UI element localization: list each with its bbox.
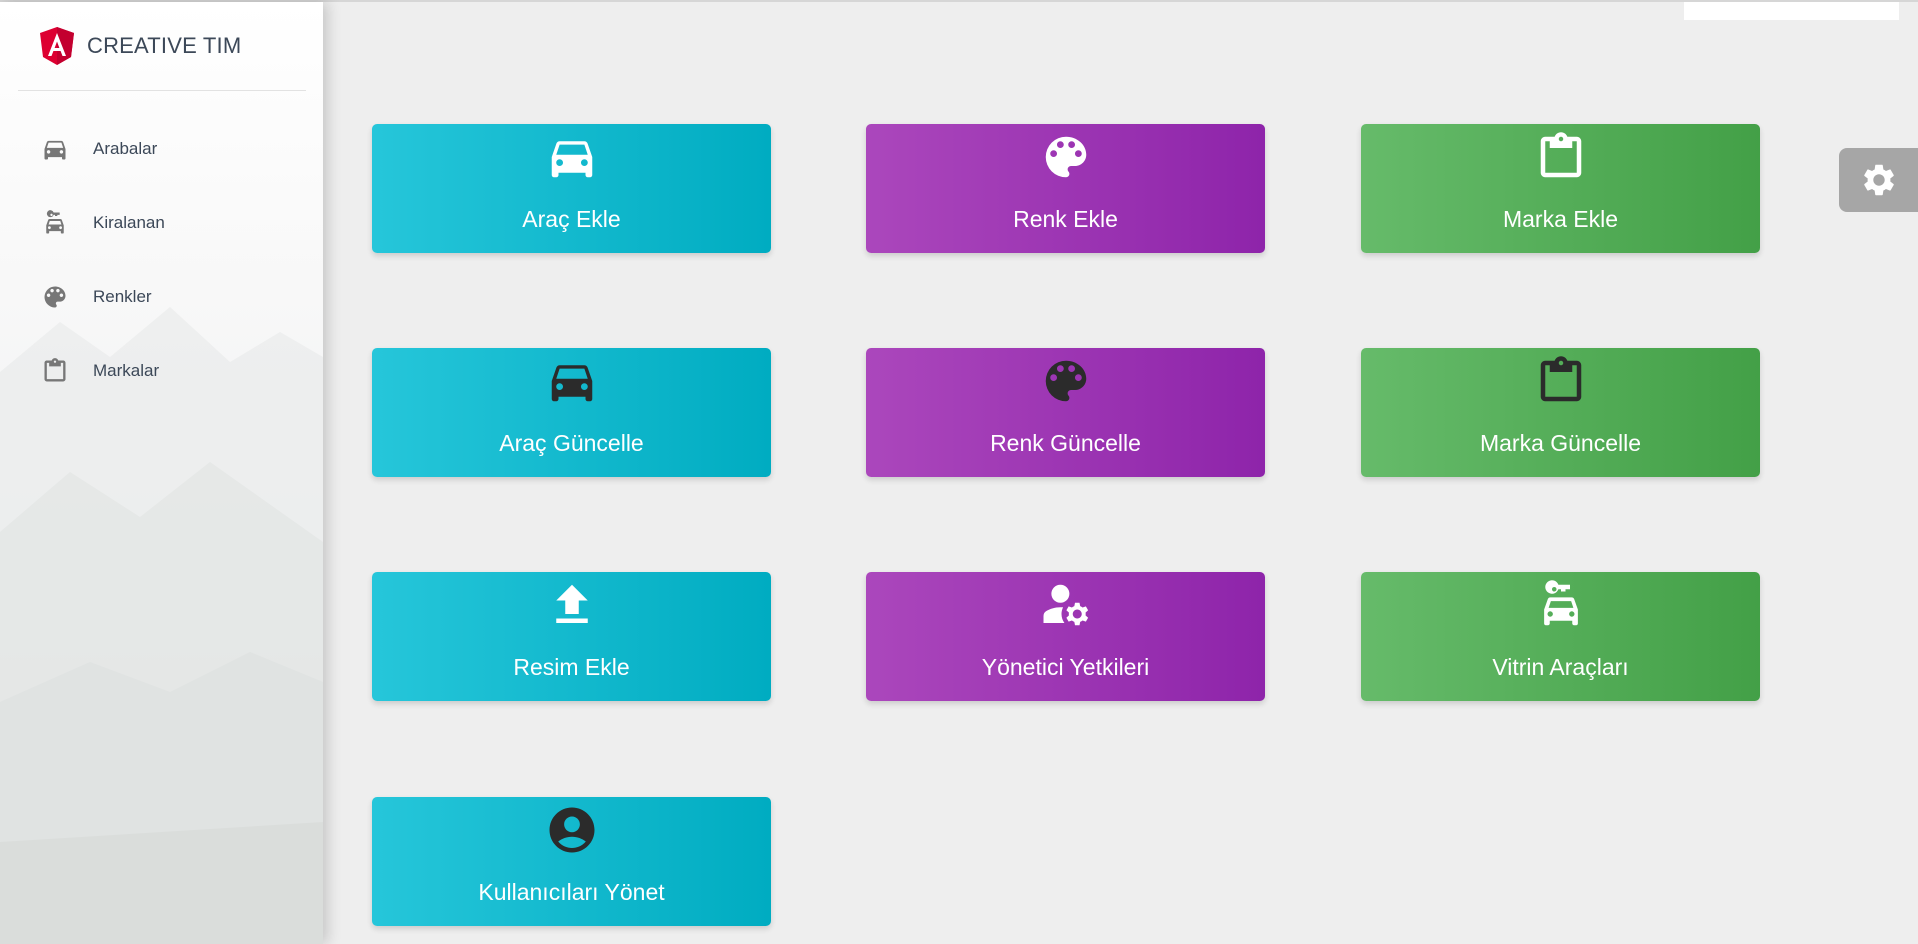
sidebar-item-label: Renkler bbox=[93, 287, 152, 306]
card-renk-ekle[interactable]: Renk Ekle bbox=[866, 124, 1265, 253]
sidebar-nav: Arabalar Kiralanan Renkler Markalar bbox=[0, 112, 323, 408]
palette-icon bbox=[1039, 130, 1093, 184]
card-label: Yönetici Yetkileri bbox=[981, 654, 1150, 680]
gear-icon bbox=[1863, 164, 1894, 196]
card-label: Marka Ekle bbox=[1502, 206, 1619, 232]
sidebar-item-label: Kiralanan bbox=[93, 213, 165, 232]
settings-button[interactable] bbox=[1839, 148, 1918, 212]
manage-accounts-icon bbox=[1039, 578, 1093, 632]
card-label: Araç Ekle bbox=[522, 206, 621, 232]
sidebar-item-arabalar[interactable]: Arabalar bbox=[0, 112, 323, 186]
card-marka-guncelle[interactable]: Marka Güncelle bbox=[1361, 348, 1760, 477]
card-label: Vitrin Araçları bbox=[1492, 654, 1629, 680]
card-label: Resim Ekle bbox=[513, 654, 630, 680]
car-icon bbox=[545, 130, 599, 184]
card-marka-ekle[interactable]: Marka Ekle bbox=[1361, 124, 1760, 253]
card-label: Kullanıcıları Yönet bbox=[478, 879, 665, 905]
clipboard-icon bbox=[40, 356, 70, 386]
sidebar-item-label: Arabalar bbox=[93, 139, 158, 158]
sidebar-item-label: Markalar bbox=[93, 361, 160, 380]
car-rental-icon bbox=[40, 208, 70, 238]
clipboard-icon bbox=[1534, 354, 1588, 408]
card-label: Araç Güncelle bbox=[499, 430, 644, 456]
brand[interactable]: CREATIVE TIM bbox=[18, 2, 306, 91]
card-label: Marka Güncelle bbox=[1479, 430, 1642, 456]
card-vitrin-araclari[interactable]: Vitrin Araçları bbox=[1361, 572, 1760, 701]
upload-icon bbox=[545, 578, 599, 632]
card-yonetici-yetkileri[interactable]: Yönetici Yetkileri bbox=[866, 572, 1265, 701]
card-arac-ekle[interactable]: Araç Ekle bbox=[372, 124, 771, 253]
sidebar-item-kiralanan[interactable]: Kiralanan bbox=[0, 186, 323, 260]
card-kullanicilari-yonet[interactable]: Kullanıcıları Yönet bbox=[372, 797, 771, 926]
car-icon bbox=[40, 134, 70, 164]
sidebar-item-renkler[interactable]: Renkler bbox=[0, 260, 323, 334]
account-circle-icon bbox=[545, 803, 599, 857]
angular-shield-icon bbox=[40, 27, 74, 65]
brand-name: CREATIVE TIM bbox=[87, 33, 242, 58]
sidebar: CREATIVE TIM Arabalar Kiralanan Renkler … bbox=[0, 2, 323, 944]
palette-icon bbox=[40, 282, 70, 312]
palette-icon bbox=[1039, 354, 1093, 408]
card-label: Renk Güncelle bbox=[990, 430, 1141, 456]
clipboard-icon bbox=[1534, 130, 1588, 184]
top-right-bar bbox=[1684, 2, 1899, 20]
card-resim-ekle[interactable]: Resim Ekle bbox=[372, 572, 771, 701]
sidebar-item-markalar[interactable]: Markalar bbox=[0, 334, 323, 408]
card-label: Renk Ekle bbox=[1013, 206, 1118, 232]
card-arac-guncelle[interactable]: Araç Güncelle bbox=[372, 348, 771, 477]
car-rental-icon bbox=[1534, 578, 1588, 632]
car-icon bbox=[545, 354, 599, 408]
card-renk-guncelle[interactable]: Renk Güncelle bbox=[866, 348, 1265, 477]
